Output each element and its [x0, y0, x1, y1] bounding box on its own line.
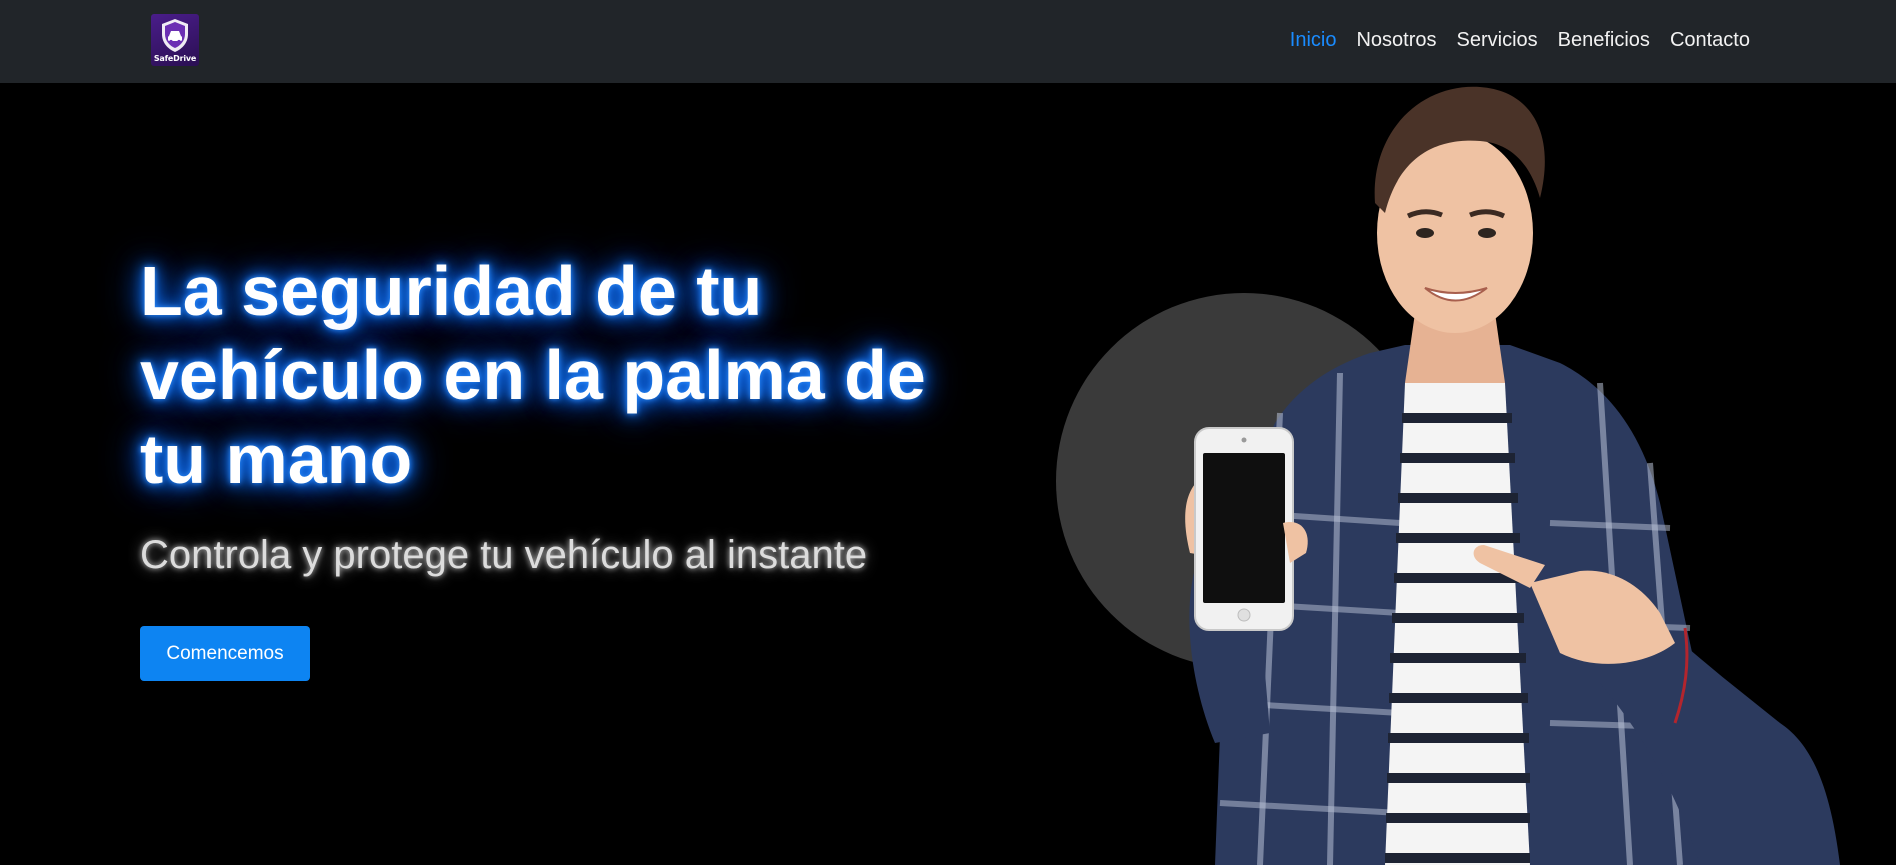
nav-item-nosotros[interactable]: Nosotros: [1346, 27, 1446, 53]
brand-logo[interactable]: SafeDrive: [151, 14, 199, 66]
nav-item-beneficios[interactable]: Beneficios: [1548, 27, 1660, 53]
hero-illustration: [1056, 86, 1840, 865]
person-illustration: [1185, 86, 1840, 865]
smartphone-icon: [1194, 427, 1294, 631]
nav-item-inicio[interactable]: Inicio: [1280, 27, 1347, 53]
top-navbar: SafeDrive Inicio Nosotros Servicios Bene…: [0, 0, 1896, 83]
nav-menu: Inicio Nosotros Servicios Beneficios Con…: [1280, 27, 1760, 53]
hero-headline: La seguridad de tu vehículo en la palma …: [140, 252, 926, 498]
hero-section: La seguridad de tu vehículo en la palma …: [0, 83, 1896, 865]
brand-logo-text: SafeDrive: [153, 54, 197, 63]
nav-item-servicios[interactable]: Servicios: [1447, 27, 1548, 53]
hero-subheadline: Controla y protege tu vehículo al instan…: [140, 533, 868, 577]
shield-car-icon: [162, 19, 188, 52]
nav-item-contacto[interactable]: Contacto: [1660, 27, 1760, 53]
get-started-button[interactable]: Comencemos: [140, 626, 310, 681]
